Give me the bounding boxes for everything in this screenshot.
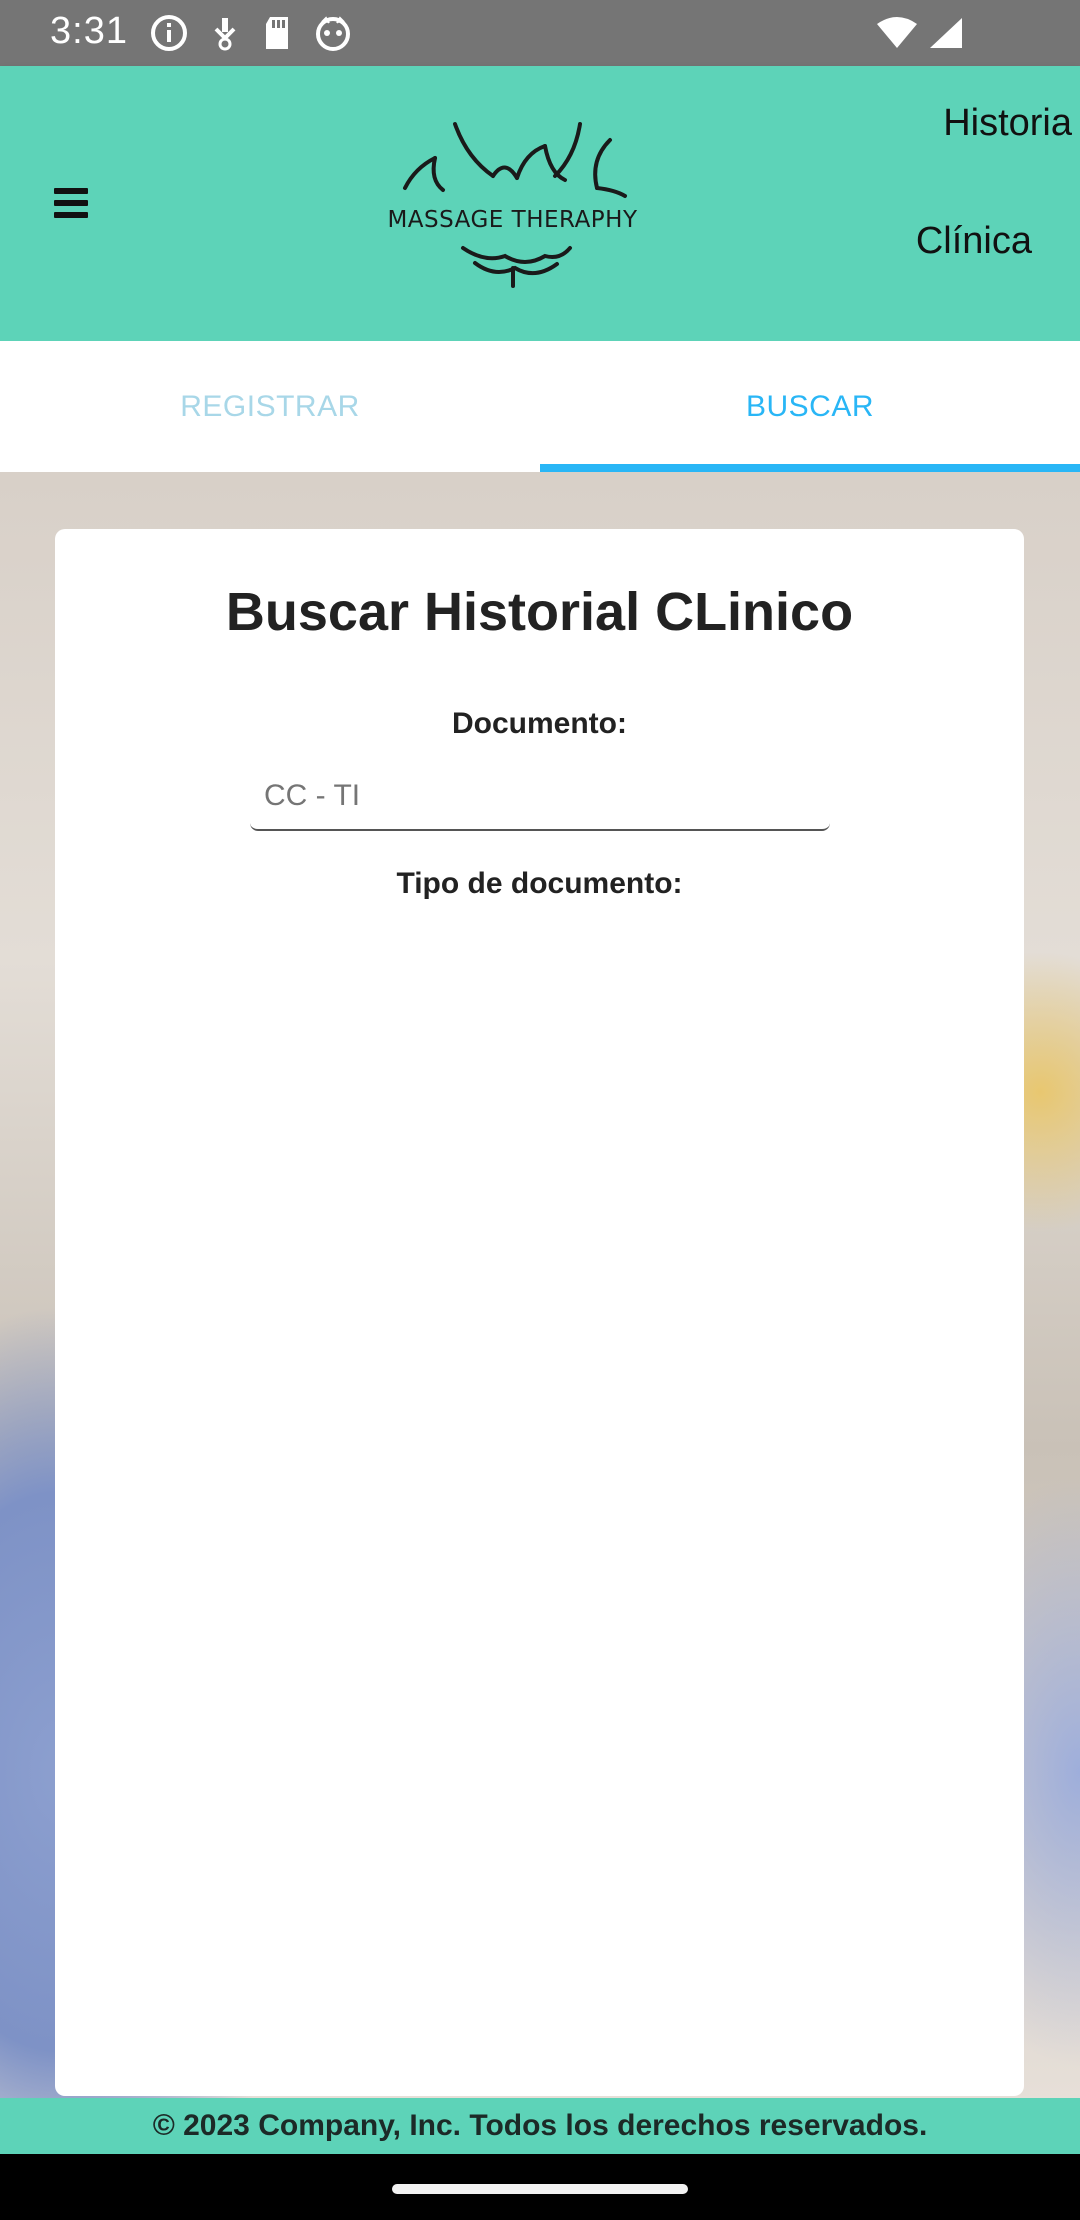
card-title: Buscar Historial CLinico: [225, 582, 854, 642]
hamburger-menu-icon[interactable]: [54, 188, 88, 218]
app-header: MASSAGE THERAPHY Historia Clínica: [0, 66, 1080, 341]
document-label: Documento:: [452, 707, 627, 740]
document-input[interactable]: [250, 763, 830, 831]
search-card: Buscar Historial CLinico Documento: Tipo…: [55, 529, 1024, 2096]
tab-buscar[interactable]: BUSCAR: [540, 341, 1080, 472]
cat-face-icon: [316, 16, 350, 51]
tab-registrar[interactable]: REGISTRAR: [0, 341, 540, 472]
system-nav-bar: [0, 2154, 1080, 2220]
header-title-line2: Clínica: [915, 220, 1032, 262]
wifi-icon: [877, 17, 917, 48]
status-bar: 3:31: [0, 0, 1080, 66]
info-icon: [151, 15, 187, 51]
home-gesture-bar[interactable]: [392, 2184, 688, 2194]
app-screen: 3:31 MASSAGE THERAPHY Historia Clínica R…: [0, 0, 1080, 2220]
footer-copyright: © 2023 Company, Inc. Todos los derechos …: [152, 2109, 928, 2142]
status-time: 3:31: [50, 10, 128, 52]
logo-text: MASSAGE THERAPHY: [387, 207, 638, 233]
status-icons-right: [876, 14, 964, 52]
document-type-label: Tipo de documento:: [396, 867, 683, 900]
hands-logo-icon: [403, 122, 627, 288]
download-icon: [214, 18, 236, 51]
tab-registrar-label: REGISTRAR: [180, 389, 360, 423]
tab-bar: REGISTRAR BUSCAR: [0, 341, 1080, 472]
status-icons-left: [150, 14, 352, 52]
active-tab-indicator: [540, 464, 1080, 472]
massage-therapy-logo: MASSAGE THERAPHY: [375, 118, 650, 288]
tab-buscar-label: BUSCAR: [745, 389, 875, 423]
footer: © 2023 Company, Inc. Todos los derechos …: [0, 2098, 1080, 2154]
sd-card-icon: [266, 17, 288, 49]
header-title-line1: Historia: [943, 102, 1072, 144]
cell-signal-icon: [930, 18, 962, 48]
